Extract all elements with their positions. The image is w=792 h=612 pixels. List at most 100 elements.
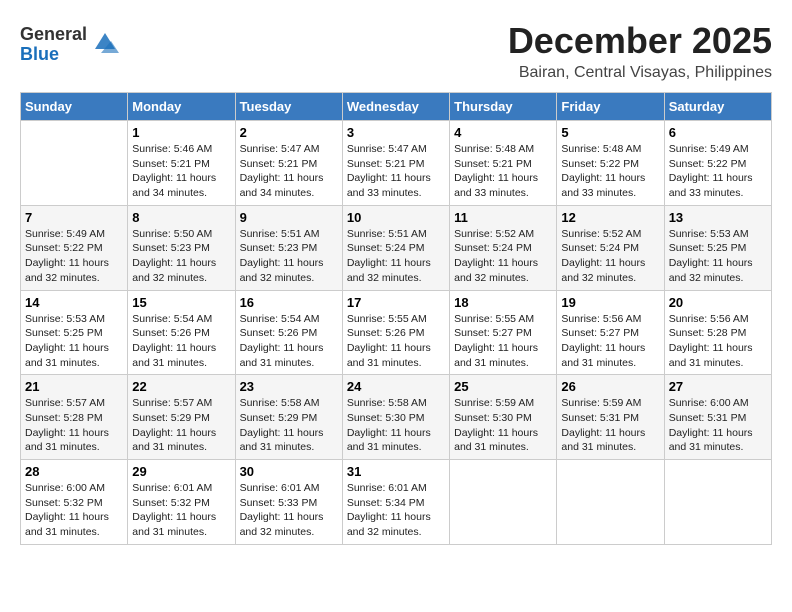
header-cell-thursday: Thursday bbox=[450, 93, 557, 121]
day-cell: 16 Sunrise: 5:54 AMSunset: 5:26 PMDayligh… bbox=[235, 290, 342, 375]
day-cell: 13 Sunrise: 5:53 AMSunset: 5:25 PMDayligh… bbox=[664, 205, 771, 290]
day-info: Sunrise: 5:48 AMSunset: 5:22 PMDaylight:… bbox=[561, 142, 659, 201]
header-row: SundayMondayTuesdayWednesdayThursdayFrid… bbox=[21, 93, 772, 121]
week-row-5: 28Sunrise: 6:00 AMSunset: 5:32 PMDayligh… bbox=[21, 460, 772, 545]
day-info: Sunrise: 5:47 AMSunset: 5:21 PMDaylight:… bbox=[347, 142, 445, 201]
calendar-header: SundayMondayTuesdayWednesdayThursdayFrid… bbox=[21, 93, 772, 121]
day-number: 21 bbox=[25, 379, 123, 394]
day-cell: 12 Sunrise: 5:52 AMSunset: 5:24 PMDayligh… bbox=[557, 205, 664, 290]
day-number: 1 bbox=[132, 125, 230, 140]
day-number: 26 bbox=[561, 379, 659, 394]
day-info: Sunrise: 5:55 AMSunset: 5:27 PMDaylight:… bbox=[454, 312, 552, 371]
location: Bairan, Central Visayas, Philippines bbox=[508, 64, 772, 82]
day-number: 29 bbox=[132, 464, 230, 479]
day-number: 14 bbox=[25, 295, 123, 310]
day-number: 5 bbox=[561, 125, 659, 140]
day-cell: 15 Sunrise: 5:54 AMSunset: 5:26 PMDayligh… bbox=[128, 290, 235, 375]
day-cell: 21 Sunrise: 5:57 AMSunset: 5:28 PMDayligh… bbox=[21, 375, 128, 460]
day-cell: 29 Sunrise: 6:01 AMSunset: 5:32 PMDayligh… bbox=[128, 460, 235, 545]
day-cell: 8 Sunrise: 5:50 AMSunset: 5:23 PMDaylight… bbox=[128, 205, 235, 290]
month-title: December 2025 bbox=[508, 20, 772, 62]
day-cell: 5 Sunrise: 5:48 AMSunset: 5:22 PMDaylight… bbox=[557, 121, 664, 206]
day-number: 6 bbox=[669, 125, 767, 140]
day-number: 15 bbox=[132, 295, 230, 310]
day-number: 16 bbox=[240, 295, 338, 310]
day-info: Sunrise: 5:58 AMSunset: 5:29 PMDaylight:… bbox=[240, 396, 338, 455]
day-number: 4 bbox=[454, 125, 552, 140]
header-cell-friday: Friday bbox=[557, 93, 664, 121]
day-cell: 24Sunrise: 5:58 AMSunset: 5:30 PMDayligh… bbox=[342, 375, 449, 460]
day-info: Sunrise: 5:50 AMSunset: 5:23 PMDaylight:… bbox=[132, 227, 230, 286]
day-number: 11 bbox=[454, 210, 552, 225]
day-cell: 7Sunrise: 5:49 AMSunset: 5:22 PMDaylight… bbox=[21, 205, 128, 290]
week-row-3: 14 Sunrise: 5:53 AMSunset: 5:25 PMDayligh… bbox=[21, 290, 772, 375]
day-number: 30 bbox=[240, 464, 338, 479]
day-info: Sunrise: 6:01 AMSunset: 5:34 PMDaylight:… bbox=[347, 481, 445, 540]
day-number: 8 bbox=[132, 210, 230, 225]
day-info: Sunrise: 5:47 AMSunset: 5:21 PMDaylight:… bbox=[240, 142, 338, 201]
calendar-body: 1 Sunrise: 5:46 AMSunset: 5:21 PMDaylight… bbox=[21, 121, 772, 545]
day-number: 24 bbox=[347, 379, 445, 394]
day-info: Sunrise: 5:51 AMSunset: 5:24 PMDaylight:… bbox=[347, 227, 445, 286]
day-cell: 3Sunrise: 5:47 AMSunset: 5:21 PMDaylight… bbox=[342, 121, 449, 206]
day-info: Sunrise: 5:48 AMSunset: 5:21 PMDaylight:… bbox=[454, 142, 552, 201]
header-cell-sunday: Sunday bbox=[21, 93, 128, 121]
day-info: Sunrise: 6:01 AMSunset: 5:33 PMDaylight:… bbox=[240, 481, 338, 540]
logo: General Blue bbox=[20, 25, 119, 65]
day-info: Sunrise: 5:54 AMSunset: 5:26 PMDaylight:… bbox=[132, 312, 230, 371]
day-cell: 14 Sunrise: 5:53 AMSunset: 5:25 PMDayligh… bbox=[21, 290, 128, 375]
day-number: 10 bbox=[347, 210, 445, 225]
day-info: Sunrise: 5:56 AMSunset: 5:28 PMDaylight:… bbox=[669, 312, 767, 371]
day-number: 25 bbox=[454, 379, 552, 394]
day-number: 17 bbox=[347, 295, 445, 310]
day-info: Sunrise: 5:52 AMSunset: 5:24 PMDaylight:… bbox=[454, 227, 552, 286]
day-info: Sunrise: 5:54 AMSunset: 5:26 PMDaylight:… bbox=[240, 312, 338, 371]
day-number: 18 bbox=[454, 295, 552, 310]
logo-blue: Blue bbox=[20, 45, 87, 65]
day-info: Sunrise: 5:57 AMSunset: 5:28 PMDaylight:… bbox=[25, 396, 123, 455]
day-cell: 17 Sunrise: 5:55 AMSunset: 5:26 PMDayligh… bbox=[342, 290, 449, 375]
day-cell: 10 Sunrise: 5:51 AMSunset: 5:24 PMDayligh… bbox=[342, 205, 449, 290]
day-info: Sunrise: 5:57 AMSunset: 5:29 PMDaylight:… bbox=[132, 396, 230, 455]
day-number: 27 bbox=[669, 379, 767, 394]
header-cell-tuesday: Tuesday bbox=[235, 93, 342, 121]
day-cell: 6Sunrise: 5:49 AMSunset: 5:22 PMDaylight… bbox=[664, 121, 771, 206]
day-info: Sunrise: 5:53 AMSunset: 5:25 PMDaylight:… bbox=[669, 227, 767, 286]
title-block: December 2025 Bairan, Central Visayas, P… bbox=[508, 20, 772, 82]
day-number: 12 bbox=[561, 210, 659, 225]
day-cell: 22Sunrise: 5:57 AMSunset: 5:29 PMDayligh… bbox=[128, 375, 235, 460]
day-cell: 9 Sunrise: 5:51 AMSunset: 5:23 PMDaylight… bbox=[235, 205, 342, 290]
day-info: Sunrise: 5:46 AMSunset: 5:21 PMDaylight:… bbox=[132, 142, 230, 201]
day-number: 23 bbox=[240, 379, 338, 394]
day-number: 19 bbox=[561, 295, 659, 310]
header-cell-wednesday: Wednesday bbox=[342, 93, 449, 121]
day-info: Sunrise: 5:56 AMSunset: 5:27 PMDaylight:… bbox=[561, 312, 659, 371]
logo-text: General Blue bbox=[20, 25, 87, 65]
day-cell bbox=[450, 460, 557, 545]
day-cell bbox=[21, 121, 128, 206]
day-number: 2 bbox=[240, 125, 338, 140]
week-row-2: 7Sunrise: 5:49 AMSunset: 5:22 PMDaylight… bbox=[21, 205, 772, 290]
day-number: 28 bbox=[25, 464, 123, 479]
day-cell: 26Sunrise: 5:59 AMSunset: 5:31 PMDayligh… bbox=[557, 375, 664, 460]
week-row-1: 1 Sunrise: 5:46 AMSunset: 5:21 PMDaylight… bbox=[21, 121, 772, 206]
day-info: Sunrise: 5:59 AMSunset: 5:30 PMDaylight:… bbox=[454, 396, 552, 455]
day-info: Sunrise: 5:51 AMSunset: 5:23 PMDaylight:… bbox=[240, 227, 338, 286]
day-info: Sunrise: 5:53 AMSunset: 5:25 PMDaylight:… bbox=[25, 312, 123, 371]
day-info: Sunrise: 6:00 AMSunset: 5:31 PMDaylight:… bbox=[669, 396, 767, 455]
day-cell: 11 Sunrise: 5:52 AMSunset: 5:24 PMDayligh… bbox=[450, 205, 557, 290]
day-cell: 25 Sunrise: 5:59 AMSunset: 5:30 PMDayligh… bbox=[450, 375, 557, 460]
day-info: Sunrise: 5:55 AMSunset: 5:26 PMDaylight:… bbox=[347, 312, 445, 371]
day-number: 7 bbox=[25, 210, 123, 225]
day-cell: 1 Sunrise: 5:46 AMSunset: 5:21 PMDaylight… bbox=[128, 121, 235, 206]
logo-icon bbox=[91, 29, 119, 57]
day-number: 9 bbox=[240, 210, 338, 225]
day-number: 13 bbox=[669, 210, 767, 225]
week-row-4: 21 Sunrise: 5:57 AMSunset: 5:28 PMDayligh… bbox=[21, 375, 772, 460]
day-info: Sunrise: 6:01 AMSunset: 5:32 PMDaylight:… bbox=[132, 481, 230, 540]
day-cell: 27 Sunrise: 6:00 AMSunset: 5:31 PMDayligh… bbox=[664, 375, 771, 460]
page-header: General Blue December 2025 Bairan, Centr… bbox=[20, 20, 772, 82]
calendar-table: SundayMondayTuesdayWednesdayThursdayFrid… bbox=[20, 92, 772, 545]
day-info: Sunrise: 5:52 AMSunset: 5:24 PMDaylight:… bbox=[561, 227, 659, 286]
day-cell: 31Sunrise: 6:01 AMSunset: 5:34 PMDayligh… bbox=[342, 460, 449, 545]
